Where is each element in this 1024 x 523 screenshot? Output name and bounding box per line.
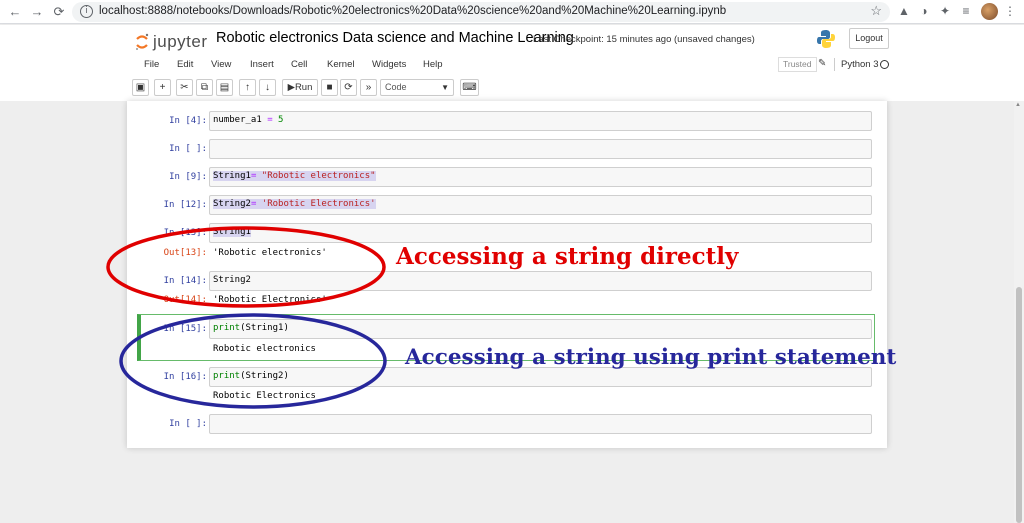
page-scrollbar[interactable]: ▲	[1014, 101, 1024, 523]
notebook-title[interactable]: Robotic electronics Data science and Mac…	[216, 30, 574, 46]
out-prompt: Out[14]:	[163, 295, 207, 305]
in-prompt: In [4]:	[169, 116, 207, 126]
in-prompt: In [12]:	[163, 200, 207, 210]
logo-text: jupyter	[153, 32, 208, 51]
browser-toolbar: ← → ⟳ i localhost:8888/notebooks/Downloa…	[0, 0, 1024, 24]
menu-help[interactable]: Help	[423, 59, 443, 70]
code-function: print	[213, 323, 241, 333]
keyboard-icon[interactable]: ⌨	[460, 79, 479, 96]
forward-arrow-icon[interactable]: →	[28, 3, 46, 21]
code-input[interactable]: String1= "Robotic electronics"	[209, 167, 872, 187]
fast-forward-icon[interactable]: »	[360, 79, 377, 96]
move-up-arrow-icon[interactable]: ↑	[239, 79, 256, 96]
code-variable: String1	[213, 171, 251, 181]
bookmark-star-icon[interactable]: ☆	[870, 3, 882, 19]
restart-icon[interactable]: ⟳	[340, 79, 357, 96]
in-prompt: In [13]:	[163, 228, 207, 238]
code-input[interactable]: print(String1)	[209, 319, 872, 339]
kernel-divider	[834, 58, 835, 71]
annotation-blue: Accessing a string using print statement	[405, 345, 897, 370]
code-args: (String2)	[240, 371, 289, 381]
scrollbar-thumb[interactable]	[1016, 287, 1022, 523]
menu-widgets[interactable]: Widgets	[372, 59, 406, 70]
scroll-up-arrow-icon[interactable]: ▲	[1015, 102, 1021, 108]
url-text[interactable]: localhost:8888/notebooks/Downloads/Robot…	[99, 5, 726, 17]
drive-icon[interactable]: ▲	[897, 4, 911, 18]
code-input[interactable]: number_a1 = 5	[209, 111, 872, 131]
cell-type-select[interactable]: Code ▼	[380, 79, 454, 96]
paste-icon[interactable]: ▤	[216, 79, 233, 96]
insert-cell-plus-icon[interactable]: +	[154, 79, 171, 96]
edit-pencil-icon[interactable]: ✎	[818, 58, 826, 69]
notebook-page: In [4]: number_a1 = 5 In [ ]: In [9]: St…	[127, 101, 887, 448]
info-icon[interactable]: i	[80, 5, 93, 18]
code-text: number_a1	[213, 115, 268, 125]
annotation-red: Accessing a string directly	[396, 243, 739, 270]
code-input[interactable]	[209, 414, 872, 434]
code-function: print	[213, 371, 241, 381]
chevron-down-icon: ▼	[441, 83, 449, 92]
in-prompt: In [14]:	[163, 276, 207, 286]
cell-output: 'Robotic electronics'	[213, 248, 327, 258]
kernel-name: Python 3	[841, 59, 879, 70]
in-prompt: In [16]:	[163, 372, 207, 382]
run-button[interactable]: ▶Run	[282, 79, 318, 96]
menu-edit[interactable]: Edit	[177, 59, 193, 70]
code-string: 'Robotic Electronics'	[256, 199, 376, 209]
code-variable: String2	[213, 199, 251, 209]
code-input[interactable]: String2	[209, 271, 872, 291]
extension-circle-icon[interactable]: ◑	[917, 4, 931, 18]
cell-output: Robotic Electronics	[213, 391, 316, 401]
menu-view[interactable]: View	[211, 59, 231, 70]
reload-icon[interactable]: ⟳	[50, 3, 68, 21]
in-prompt: In [ ]:	[169, 144, 207, 154]
kernel-idle-icon	[880, 60, 889, 69]
code-string: "Robotic electronics"	[256, 171, 376, 181]
in-prompt: In [9]:	[169, 172, 207, 182]
notebook-container: In [4]: number_a1 = 5 In [ ]: In [9]: St…	[0, 101, 1024, 523]
menu-kernel[interactable]: Kernel	[327, 59, 354, 70]
trusted-indicator[interactable]: Trusted	[778, 57, 817, 72]
checkpoint-status: Last Checkpoint: 15 minutes ago (unsaved…	[533, 34, 755, 45]
run-label: Run	[294, 82, 313, 93]
puzzle-extensions-icon[interactable]: ✦	[938, 4, 952, 18]
code-input[interactable]: print(String2)	[209, 367, 872, 387]
copy-icon[interactable]: ⧉	[196, 79, 213, 96]
cell-type-value: Code	[385, 82, 407, 92]
code-input[interactable]: String1	[209, 223, 872, 243]
code-input[interactable]: String2= 'Robotic Electronics'	[209, 195, 872, 215]
reading-list-icon[interactable]: ≡	[959, 4, 973, 18]
stop-square-icon[interactable]: ■	[321, 79, 338, 96]
code-input[interactable]	[209, 139, 872, 159]
menu-insert[interactable]: Insert	[250, 59, 274, 70]
back-arrow-icon[interactable]: ←	[6, 3, 24, 21]
menu-bar: File Edit View Insert Cell Kernel Widget…	[130, 56, 892, 76]
cell-output: Robotic electronics	[213, 344, 316, 354]
in-prompt: In [ ]:	[169, 419, 207, 429]
save-icon[interactable]: ▣	[132, 79, 149, 96]
jupyter-orbit-icon	[136, 33, 149, 50]
menu-file[interactable]: File	[144, 59, 159, 70]
cell-output: 'Robotic Electronics'	[213, 295, 327, 305]
address-bar[interactable]: i localhost:8888/notebooks/Downloads/Rob…	[72, 2, 890, 22]
move-down-arrow-icon[interactable]: ↓	[259, 79, 276, 96]
python-logo-icon	[817, 30, 835, 48]
out-prompt: Out[13]:	[163, 248, 207, 258]
cut-scissors-icon[interactable]: ✂	[176, 79, 193, 96]
code-variable: String1	[213, 227, 251, 237]
jupyter-header: jupyter Robotic electronics Data science…	[0, 25, 1024, 101]
code-args: (String1)	[240, 323, 289, 333]
code-variable: String2	[213, 275, 251, 285]
profile-avatar[interactable]	[981, 3, 998, 20]
menu-cell[interactable]: Cell	[291, 59, 307, 70]
logout-button[interactable]: Logout	[849, 28, 889, 49]
code-number: 5	[272, 115, 284, 125]
kebab-menu-icon[interactable]: ⋮	[1003, 4, 1017, 18]
in-prompt: In [15]:	[163, 324, 207, 334]
jupyter-logo[interactable]: jupyter	[135, 30, 209, 54]
